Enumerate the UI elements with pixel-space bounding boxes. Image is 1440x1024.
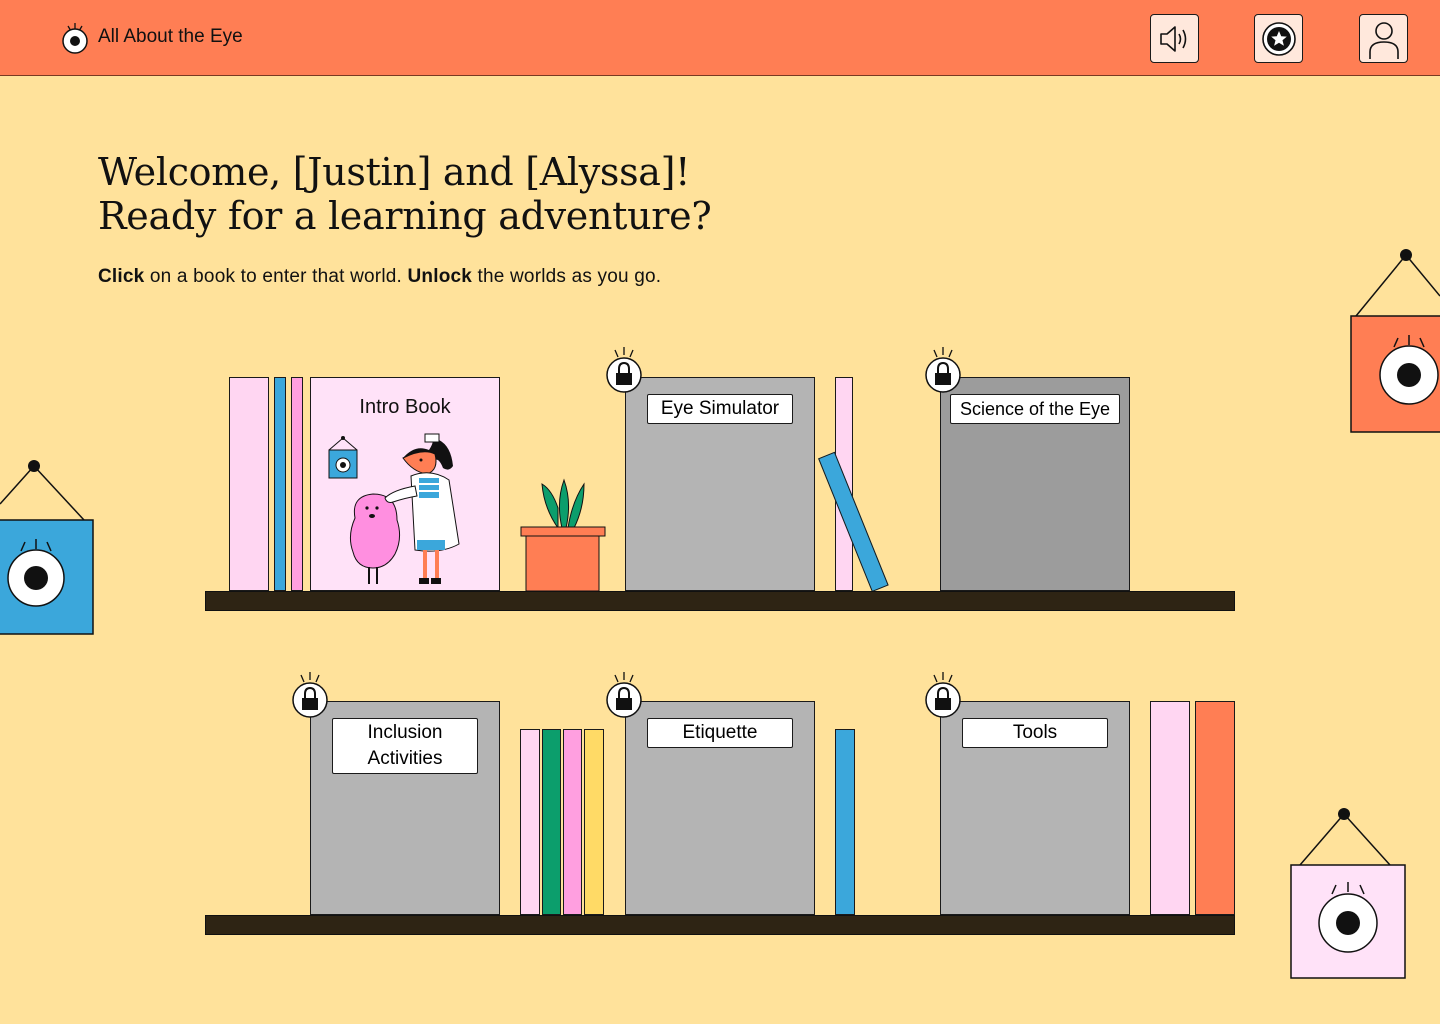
achievements-button[interactable] bbox=[1254, 14, 1303, 63]
instructions-click: Click bbox=[98, 266, 145, 287]
hanging-eye-frame-orange bbox=[1350, 249, 1440, 433]
app-title: All About the Eye bbox=[98, 26, 243, 47]
instructions-unlock-rest: the worlds as you go. bbox=[472, 266, 662, 287]
decorative-book-spine bbox=[229, 377, 269, 591]
lock-icon bbox=[925, 672, 961, 718]
star-badge-icon bbox=[1261, 21, 1296, 56]
book-intro-label: Intro Book bbox=[359, 396, 451, 418]
book-eye-simulator[interactable]: Eye Simulator bbox=[625, 377, 815, 591]
sound-button[interactable] bbox=[1150, 14, 1199, 63]
book-tools-label: Tools bbox=[962, 718, 1108, 748]
lock-icon bbox=[606, 347, 642, 393]
decorative-book-spine bbox=[520, 729, 540, 915]
hanging-eye-frame-blue bbox=[0, 460, 94, 635]
book-intro[interactable]: Intro Book bbox=[310, 377, 500, 591]
decorative-book-spine bbox=[584, 729, 604, 915]
top-bar: All About the Eye bbox=[0, 0, 1440, 76]
book-inclusion-label: Inclusion Activities bbox=[332, 718, 478, 774]
speaker-icon bbox=[1159, 25, 1186, 52]
decorative-book-spine bbox=[1195, 701, 1235, 915]
brand[interactable]: All About the Eye bbox=[60, 20, 243, 54]
lock-icon bbox=[606, 672, 642, 718]
welcome-heading: Welcome, [Justin] and [Alyssa]! Ready fo… bbox=[98, 150, 712, 238]
lock-icon bbox=[292, 672, 328, 718]
hanging-eye-frame-pink bbox=[1290, 808, 1406, 979]
potted-plant bbox=[520, 478, 606, 592]
instructions-click-rest: on a book to enter that world. bbox=[144, 266, 408, 287]
decorative-book-spine bbox=[542, 729, 561, 915]
shelf-top bbox=[205, 591, 1235, 611]
book-science-of-the-eye[interactable]: Science of the Eye bbox=[940, 377, 1130, 591]
instructions: Click on a book to enter that world. Unl… bbox=[98, 266, 661, 288]
book-etiquette-label: Etiquette bbox=[647, 718, 793, 748]
decorative-book-spine bbox=[835, 729, 855, 915]
decorative-leaning-book bbox=[818, 451, 889, 592]
decorative-book-spine bbox=[291, 377, 303, 591]
user-icon bbox=[1368, 21, 1399, 59]
decorative-book-spine bbox=[563, 729, 582, 915]
book-eye-simulator-label: Eye Simulator bbox=[647, 394, 793, 424]
decorative-book-spine bbox=[1150, 701, 1190, 915]
welcome-line-1: Welcome, [Justin] and [Alyssa]! bbox=[98, 150, 691, 194]
decorative-book-spine bbox=[274, 377, 286, 591]
book-science-label: Science of the Eye bbox=[950, 394, 1120, 424]
instructions-unlock: Unlock bbox=[407, 266, 473, 287]
book-inclusion-label-line1: Inclusion bbox=[367, 722, 443, 743]
eye-logo-icon bbox=[62, 23, 88, 54]
welcome-line-2: Ready for a learning adventure? bbox=[98, 194, 712, 238]
book-inclusion-activities[interactable]: Inclusion Activities bbox=[310, 701, 500, 915]
book-etiquette[interactable]: Etiquette bbox=[625, 701, 815, 915]
profile-button[interactable] bbox=[1359, 14, 1408, 63]
intro-illustration bbox=[328, 433, 460, 584]
shelf-bottom bbox=[205, 915, 1235, 935]
lock-icon bbox=[925, 347, 961, 393]
book-inclusion-label-line2: Activities bbox=[367, 748, 443, 769]
book-tools[interactable]: Tools bbox=[940, 701, 1130, 915]
